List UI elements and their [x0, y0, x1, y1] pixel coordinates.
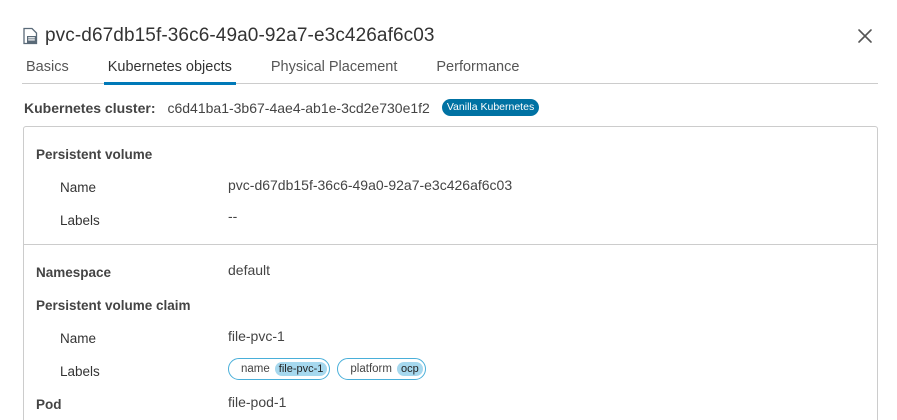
pod-label: Pod: [36, 397, 62, 412]
cluster-label: Kubernetes cluster:: [24, 99, 156, 116]
pvc-label-chips: name file-pvc-1 platform ocp: [228, 358, 433, 380]
namespace-value: default: [228, 262, 271, 278]
label-chip: platform ocp: [337, 358, 426, 380]
pvc-heading: Persistent volume claim: [36, 298, 191, 313]
label-chip-key: platform: [350, 363, 392, 375]
pv-name-label: Name: [60, 180, 97, 195]
tab-kubernetes-objects[interactable]: Kubernetes objects: [103, 56, 237, 85]
kubernetes-cluster-row: Kubernetes cluster: c6d41ba1-3b67-4ae4-a…: [24, 99, 540, 116]
pvc-name-value: file-pvc-1: [228, 328, 285, 344]
pod-value: file-pod-1: [228, 394, 287, 410]
volume-file-icon: [22, 27, 39, 45]
label-chip-key: name: [241, 363, 270, 375]
cluster-id: c6d41ba1-3b67-4ae4-ab1e-3cd2e730e1f2: [167, 99, 430, 116]
tab-physical-placement[interactable]: Physical Placement: [267, 56, 402, 84]
label-chip-value: file-pvc-1: [274, 362, 328, 376]
kubernetes-objects-card: Persistent volume Name pvc-d67db15f-36c6…: [23, 126, 878, 420]
pv-labels-label: Labels: [60, 213, 100, 228]
label-chip: name file-pvc-1: [228, 358, 331, 380]
pvc-name-label: Name: [60, 331, 97, 346]
pv-labels-value: --: [228, 208, 238, 224]
namespace-label: Namespace: [36, 265, 112, 280]
pvc-labels-label: Labels: [60, 364, 100, 379]
tab-performance[interactable]: Performance: [432, 56, 523, 84]
pv-name-value: pvc-d67db15f-36c6-49a0-92a7-e3c426af6c03: [228, 177, 513, 193]
tab-bar: Basics Kubernetes objects Physical Place…: [22, 56, 878, 85]
dialog-title: pvc-d67db15f-36c6-49a0-92a7-e3c426af6c03: [45, 25, 435, 46]
cluster-type-badge: Vanilla Kubernetes: [441, 99, 540, 116]
section-divider: [24, 244, 877, 245]
label-chip-value: ocp: [396, 362, 423, 376]
close-icon[interactable]: [855, 26, 875, 46]
dialog-header: pvc-d67db15f-36c6-49a0-92a7-e3c426af6c03: [22, 22, 435, 50]
persistent-volume-heading: Persistent volume: [36, 147, 153, 162]
tab-basics[interactable]: Basics: [22, 56, 73, 84]
